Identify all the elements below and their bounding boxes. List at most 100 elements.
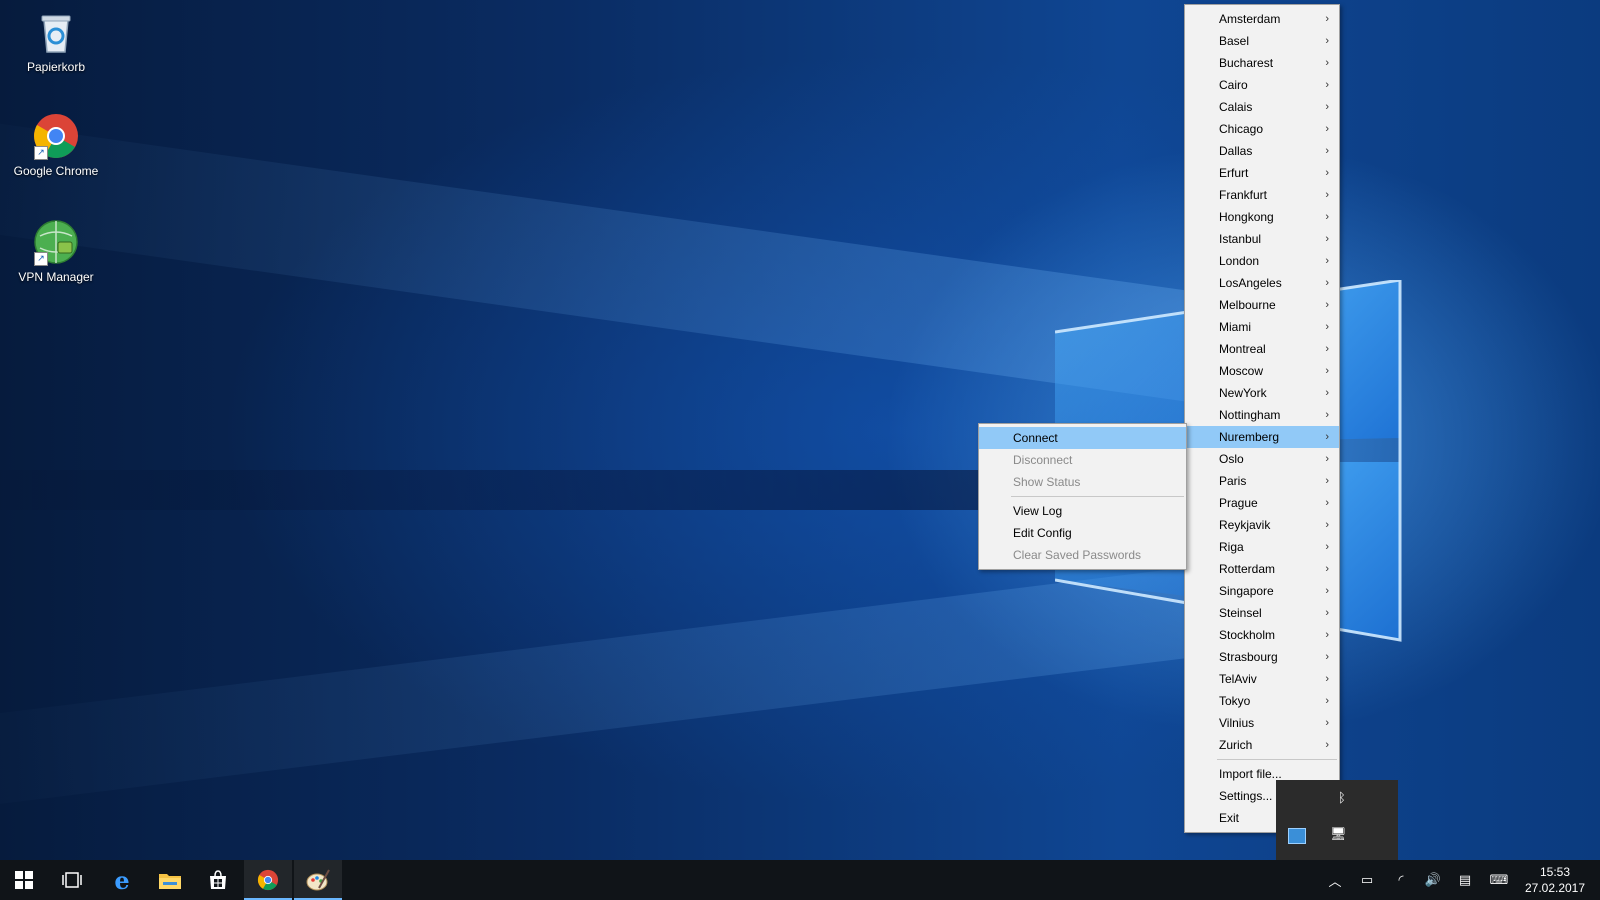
- touch-keyboard-button[interactable]: ⌨: [1484, 860, 1514, 900]
- server-menu-item-oslo[interactable]: Oslo ›: [1185, 448, 1339, 470]
- disconnect-menu-item[interactable]: Disconnect: [979, 449, 1186, 471]
- battery-button[interactable]: ▭: [1352, 860, 1382, 900]
- chevron-right-icon: ›: [1325, 695, 1329, 707]
- server-menu-item-chicago[interactable]: Chicago ›: [1185, 118, 1339, 140]
- chevron-right-icon: ›: [1325, 651, 1329, 663]
- server-menu-item-miami[interactable]: Miami ›: [1185, 316, 1339, 338]
- server-menu-item-stockholm[interactable]: Stockholm ›: [1185, 624, 1339, 646]
- server-menu-item-zurich[interactable]: Zurich ›: [1185, 734, 1339, 756]
- chevron-right-icon: ›: [1325, 453, 1329, 465]
- server-menu-item-erfurt[interactable]: Erfurt ›: [1185, 162, 1339, 184]
- clock[interactable]: 15:53 27.02.2017: [1520, 864, 1590, 896]
- server-menu-item-prague[interactable]: Prague ›: [1185, 492, 1339, 514]
- chevron-right-icon: ›: [1325, 233, 1329, 245]
- desktop-icon-chrome[interactable]: ↗ Google Chrome: [6, 112, 106, 179]
- chevron-right-icon: ›: [1325, 629, 1329, 641]
- show-status-menu-item[interactable]: Show Status: [979, 471, 1186, 493]
- menu-item-label: Reykjavik: [1219, 518, 1271, 532]
- network-monitor-icon[interactable]: 🖥: [1330, 826, 1347, 842]
- bluetooth-icon[interactable]: ᛒ: [1338, 790, 1346, 805]
- menu-item-label: Connect: [1013, 431, 1058, 445]
- store-icon: [210, 870, 226, 889]
- edit-config-menu-item[interactable]: Edit Config: [979, 522, 1186, 544]
- connect-menu-item[interactable]: Connect: [979, 427, 1186, 449]
- server-menu-item-bucharest[interactable]: Bucharest ›: [1185, 52, 1339, 74]
- server-menu-item-newyork[interactable]: NewYork ›: [1185, 382, 1339, 404]
- server-menu-item-istanbul[interactable]: Istanbul ›: [1185, 228, 1339, 250]
- server-menu-item-vilnius[interactable]: Vilnius ›: [1185, 712, 1339, 734]
- chrome-taskbar-button[interactable]: [244, 860, 292, 900]
- server-menu-item-steinsel[interactable]: Steinsel ›: [1185, 602, 1339, 624]
- menu-item-label: Nottingham: [1219, 408, 1281, 422]
- chevron-right-icon: ›: [1325, 739, 1329, 751]
- chevron-right-icon: ›: [1325, 409, 1329, 421]
- vpn-tray-icon[interactable]: [1288, 828, 1306, 844]
- chevron-right-icon: ›: [1325, 101, 1329, 113]
- wifi-button[interactable]: ◜: [1386, 860, 1416, 900]
- server-menu-item-moscow[interactable]: Moscow ›: [1185, 360, 1339, 382]
- chevron-right-icon: ›: [1325, 299, 1329, 311]
- desktop-icon-recycle-bin[interactable]: Papierkorb: [6, 8, 106, 75]
- menu-item-label: Tokyo: [1219, 694, 1251, 708]
- menu-item-label: Erfurt: [1219, 166, 1249, 180]
- server-menu-item-frankfurt[interactable]: Frankfurt ›: [1185, 184, 1339, 206]
- server-menu-item-paris[interactable]: Paris ›: [1185, 470, 1339, 492]
- server-menu-item-strasbourg[interactable]: Strasbourg ›: [1185, 646, 1339, 668]
- server-menu-item-hongkong[interactable]: Hongkong ›: [1185, 206, 1339, 228]
- edge-button[interactable]: e: [98, 860, 146, 900]
- desktop-icon-label: Papierkorb: [26, 60, 86, 74]
- server-menu-item-telaviv[interactable]: TelAviv ›: [1185, 668, 1339, 690]
- paint-taskbar-button[interactable]: [294, 860, 342, 900]
- server-menu-item-nottingham[interactable]: Nottingham ›: [1185, 404, 1339, 426]
- server-menu-item-reykjavik[interactable]: Reykjavik ›: [1185, 514, 1339, 536]
- chevron-right-icon: ›: [1325, 211, 1329, 223]
- server-menu-item-basel[interactable]: Basel ›: [1185, 30, 1339, 52]
- server-menu-item-montreal[interactable]: Montreal ›: [1185, 338, 1339, 360]
- server-menu-item-losangeles[interactable]: LosAngeles ›: [1185, 272, 1339, 294]
- menu-item-label: Nuremberg: [1219, 430, 1280, 444]
- clear-saved-passwords-menu-item[interactable]: Clear Saved Passwords: [979, 544, 1186, 566]
- server-menu-item-melbourne[interactable]: Melbourne ›: [1185, 294, 1339, 316]
- server-menu-item-tokyo[interactable]: Tokyo ›: [1185, 690, 1339, 712]
- chevron-right-icon: ›: [1325, 717, 1329, 729]
- server-menu-item-dallas[interactable]: Dallas ›: [1185, 140, 1339, 162]
- server-menu-item-riga[interactable]: Riga ›: [1185, 536, 1339, 558]
- task-view-icon: [62, 872, 82, 888]
- desktop: Papierkorb ↗ Google Chrome ↗ VPN Manager: [0, 0, 1600, 900]
- clock-time: 15:53: [1539, 865, 1571, 879]
- store-button[interactable]: [194, 860, 242, 900]
- chevron-right-icon: ›: [1325, 57, 1329, 69]
- view-log-menu-item[interactable]: View Log: [979, 500, 1186, 522]
- server-menu-item-amsterdam[interactable]: Amsterdam ›: [1185, 8, 1339, 30]
- show-hidden-icons-button[interactable]: ︿: [1320, 860, 1350, 900]
- volume-button[interactable]: 🔊: [1418, 860, 1448, 900]
- chevron-right-icon: ›: [1325, 607, 1329, 619]
- server-menu-item-cairo[interactable]: Cairo ›: [1185, 74, 1339, 96]
- server-menu-item-singapore[interactable]: Singapore ›: [1185, 580, 1339, 602]
- file-explorer-button[interactable]: [146, 860, 194, 900]
- task-view-button[interactable]: [48, 860, 96, 900]
- action-center-button[interactable]: ▤: [1450, 860, 1480, 900]
- server-menu-item-calais[interactable]: Calais ›: [1185, 96, 1339, 118]
- chevron-right-icon: ›: [1325, 431, 1329, 443]
- menu-item-label: Moscow: [1219, 364, 1264, 378]
- server-menu-item-nuremberg[interactable]: Nuremberg ›: [1185, 426, 1339, 448]
- menu-item-label: Melbourne: [1219, 298, 1276, 312]
- menu-item-label: Amsterdam: [1219, 12, 1281, 26]
- menu-item-label: Istanbul: [1219, 232, 1262, 246]
- menu-item-label: NewYork: [1219, 386, 1267, 400]
- menu-item-label: Prague: [1219, 496, 1258, 510]
- desktop-icon-vpn-manager[interactable]: ↗ VPN Manager: [6, 218, 106, 285]
- menu-item-label: London: [1219, 254, 1260, 268]
- menu-item-label: Clear Saved Passwords: [1013, 548, 1142, 562]
- menu-item-label: Steinsel: [1219, 606, 1262, 620]
- menu-item-label: Vilnius: [1219, 716, 1255, 730]
- menu-item-label: Dallas: [1219, 144, 1253, 158]
- menu-item-label: Exit: [1219, 811, 1240, 825]
- menu-item-label: Stockholm: [1219, 628, 1276, 642]
- start-button[interactable]: [0, 860, 48, 900]
- chevron-right-icon: ›: [1325, 167, 1329, 179]
- server-menu-item-london[interactable]: London ›: [1185, 250, 1339, 272]
- server-menu-item-rotterdam[interactable]: Rotterdam ›: [1185, 558, 1339, 580]
- recycle-bin-icon: [32, 8, 80, 56]
